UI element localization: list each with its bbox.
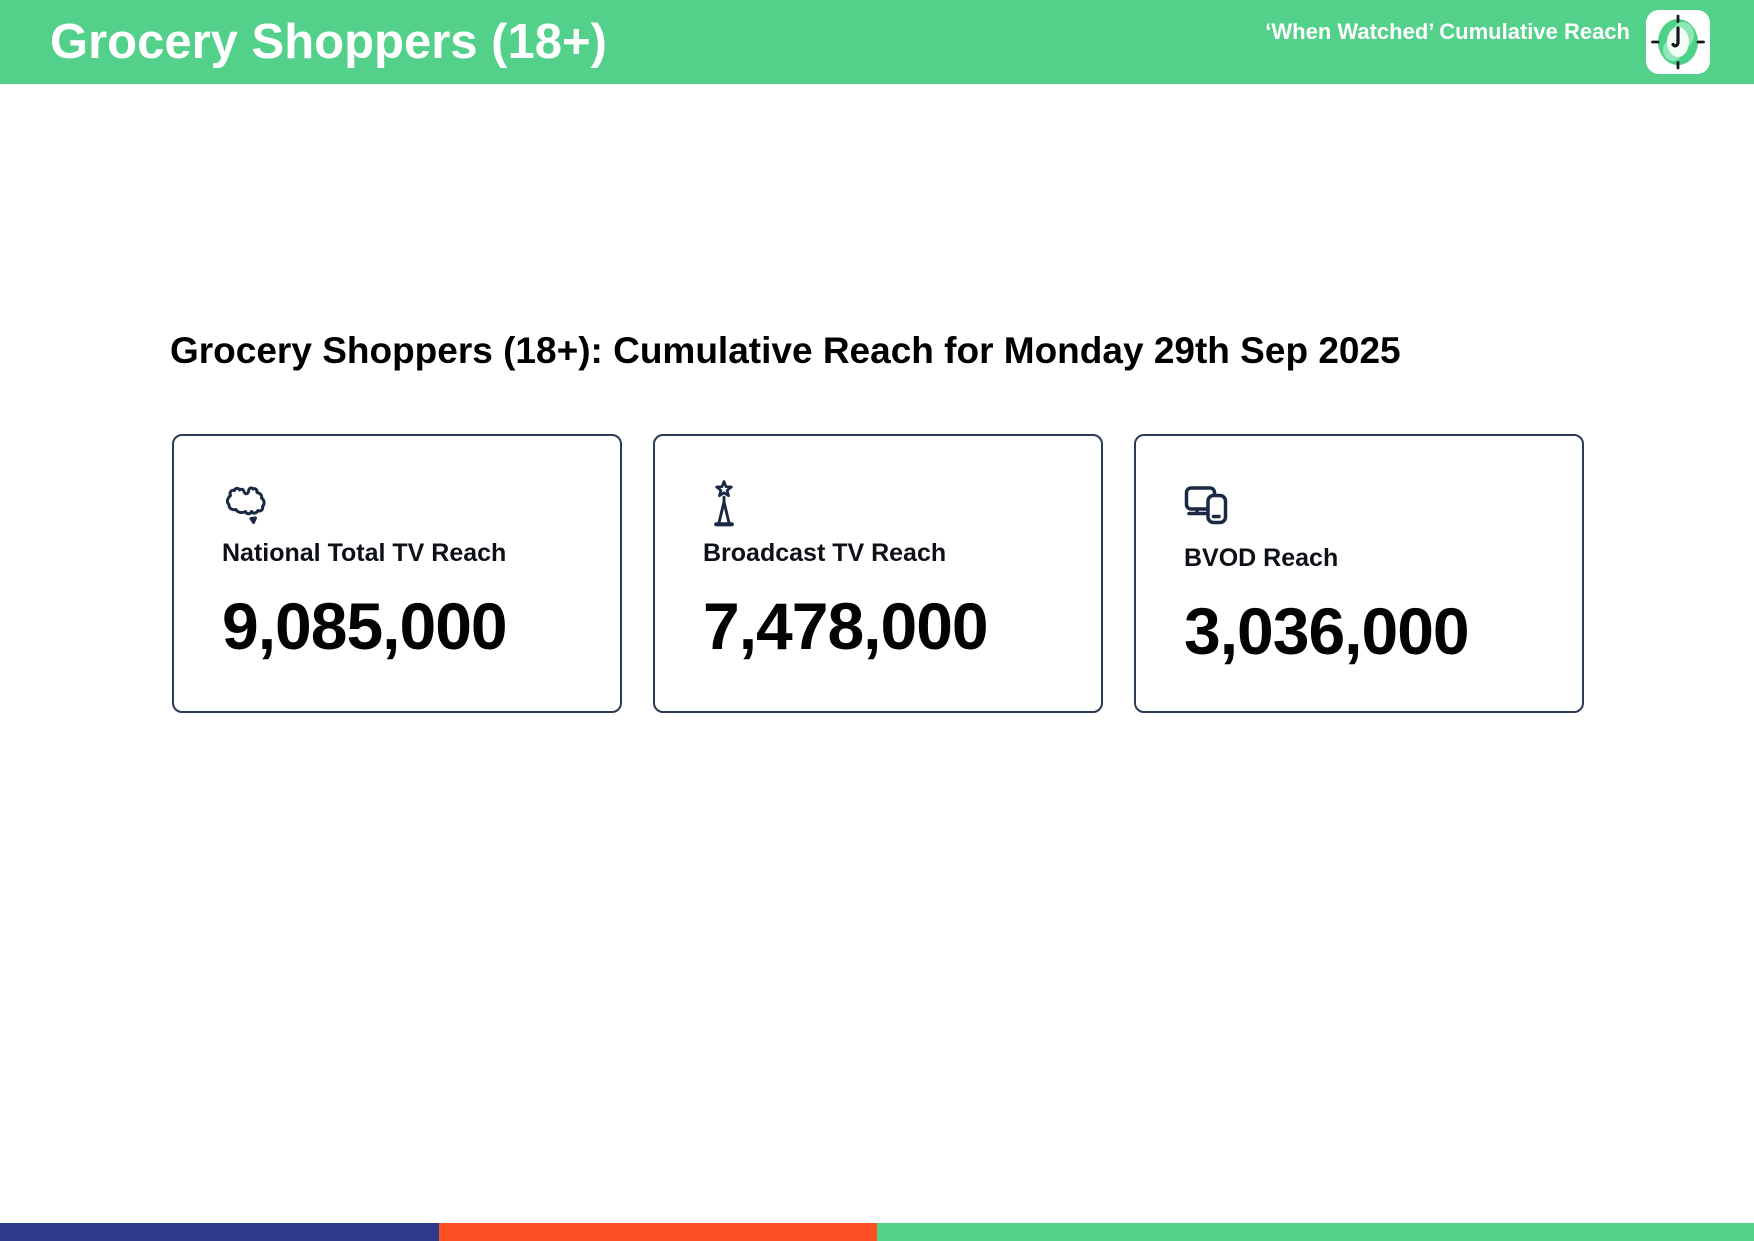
kpi-card-national-total-tv-reach[interactable]: National Total TV Reach 9,085,000 <box>172 434 622 713</box>
australia-map-icon <box>222 480 600 532</box>
kpi-value: 3,036,000 <box>1184 594 1470 668</box>
brand-footer-bar <box>0 1223 1754 1241</box>
footer-segment-orange <box>438 1223 877 1241</box>
devices-icon <box>1184 485 1562 537</box>
footer-segment-navy <box>0 1223 439 1241</box>
app-title: Grocery Shoppers (18+) <box>50 15 607 69</box>
kpi-value: 9,085,000 <box>222 589 508 663</box>
kpi-label: Broadcast TV Reach <box>703 539 947 567</box>
kpi-card-bvod-reach[interactable]: BVOD Reach 3,036,000 <box>1134 434 1584 713</box>
page-title: Grocery Shoppers (18+): Cumulative Reach… <box>170 330 1401 371</box>
header-right-group: ‘When Watched’ Cumulative Reach <box>1265 10 1710 74</box>
app-header: Grocery Shoppers (18+) ‘When Watched’ Cu… <box>0 0 1754 84</box>
kpi-cards: National Total TV Reach 9,085,000 Broadc… <box>172 434 1584 713</box>
clock-icon <box>1646 10 1710 74</box>
kpi-card-broadcast-tv-reach[interactable]: Broadcast TV Reach 7,478,000 <box>653 434 1103 713</box>
header-subtitle: ‘When Watched’ Cumulative Reach <box>1265 19 1630 44</box>
footer-segment-green <box>877 1223 1754 1241</box>
kpi-value: 7,478,000 <box>703 589 989 663</box>
kpi-label: BVOD Reach <box>1184 544 1339 572</box>
broadcast-tower-icon <box>703 480 1081 532</box>
kpi-label: National Total TV Reach <box>222 539 507 567</box>
